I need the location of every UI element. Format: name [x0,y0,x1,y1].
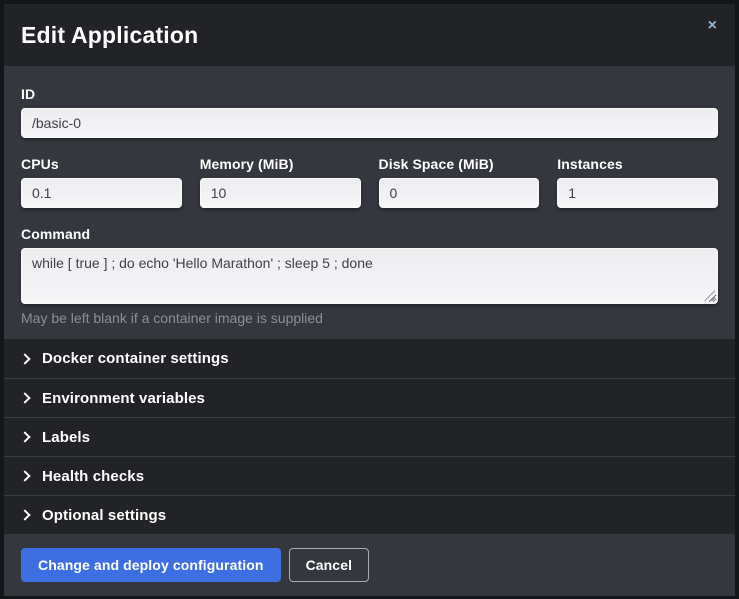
disk-label: Disk Space (MiB) [379,156,540,172]
command-field-group: Command while [ true ] ; do echo 'Hello … [21,226,718,326]
close-button[interactable]: × [702,14,723,38]
memory-field-group: Memory (MiB) [200,156,361,208]
accordion-labels[interactable]: Labels [4,417,735,456]
accordion-environment-variables[interactable]: Environment variables [4,378,735,417]
chevron-right-icon [19,431,30,442]
chevron-right-icon [19,509,30,520]
id-label: ID [21,86,718,102]
resources-row: CPUs Memory (MiB) Disk Space (MiB) Insta… [21,156,718,208]
change-and-deploy-button[interactable]: Change and deploy configuration [21,548,281,582]
edit-application-form: ID CPUs Memory (MiB) Disk Space (MiB) In… [4,66,735,339]
id-input[interactable] [21,108,718,138]
accordion-label: Optional settings [42,507,166,524]
modal-footer: Change and deploy configuration Cancel [4,534,735,596]
cpus-label: CPUs [21,156,182,172]
chevron-right-icon [19,392,30,403]
accordion-sections: Docker container settings Environment va… [4,339,735,534]
cancel-button[interactable]: Cancel [289,548,370,582]
edit-application-modal: Edit Application × ID CPUs Memory (MiB) … [0,0,739,599]
command-textarea[interactable]: while [ true ] ; do echo 'Hello Marathon… [21,248,718,304]
accordion-label: Health checks [42,468,144,485]
accordion-optional-settings[interactable]: Optional settings [4,495,735,534]
chevron-right-icon [19,353,30,364]
accordion-health-checks[interactable]: Health checks [4,456,735,495]
chevron-right-icon [19,470,30,481]
cpus-input[interactable] [21,178,182,208]
instances-input[interactable] [557,178,718,208]
modal-title: Edit Application [21,22,198,49]
cpus-field-group: CPUs [21,156,182,208]
accordion-docker-container-settings[interactable]: Docker container settings [4,339,735,378]
instances-field-group: Instances [557,156,718,208]
disk-input[interactable] [379,178,540,208]
modal-header: Edit Application × [4,4,735,66]
accordion-label: Docker container settings [42,350,229,367]
memory-label: Memory (MiB) [200,156,361,172]
disk-field-group: Disk Space (MiB) [379,156,540,208]
accordion-label: Environment variables [42,390,205,407]
close-icon: × [708,17,717,34]
instances-label: Instances [557,156,718,172]
memory-input[interactable] [200,178,361,208]
accordion-label: Labels [42,429,90,446]
command-help-text: May be left blank if a container image i… [21,310,718,326]
command-label: Command [21,226,718,242]
id-field-group: ID [21,86,718,138]
